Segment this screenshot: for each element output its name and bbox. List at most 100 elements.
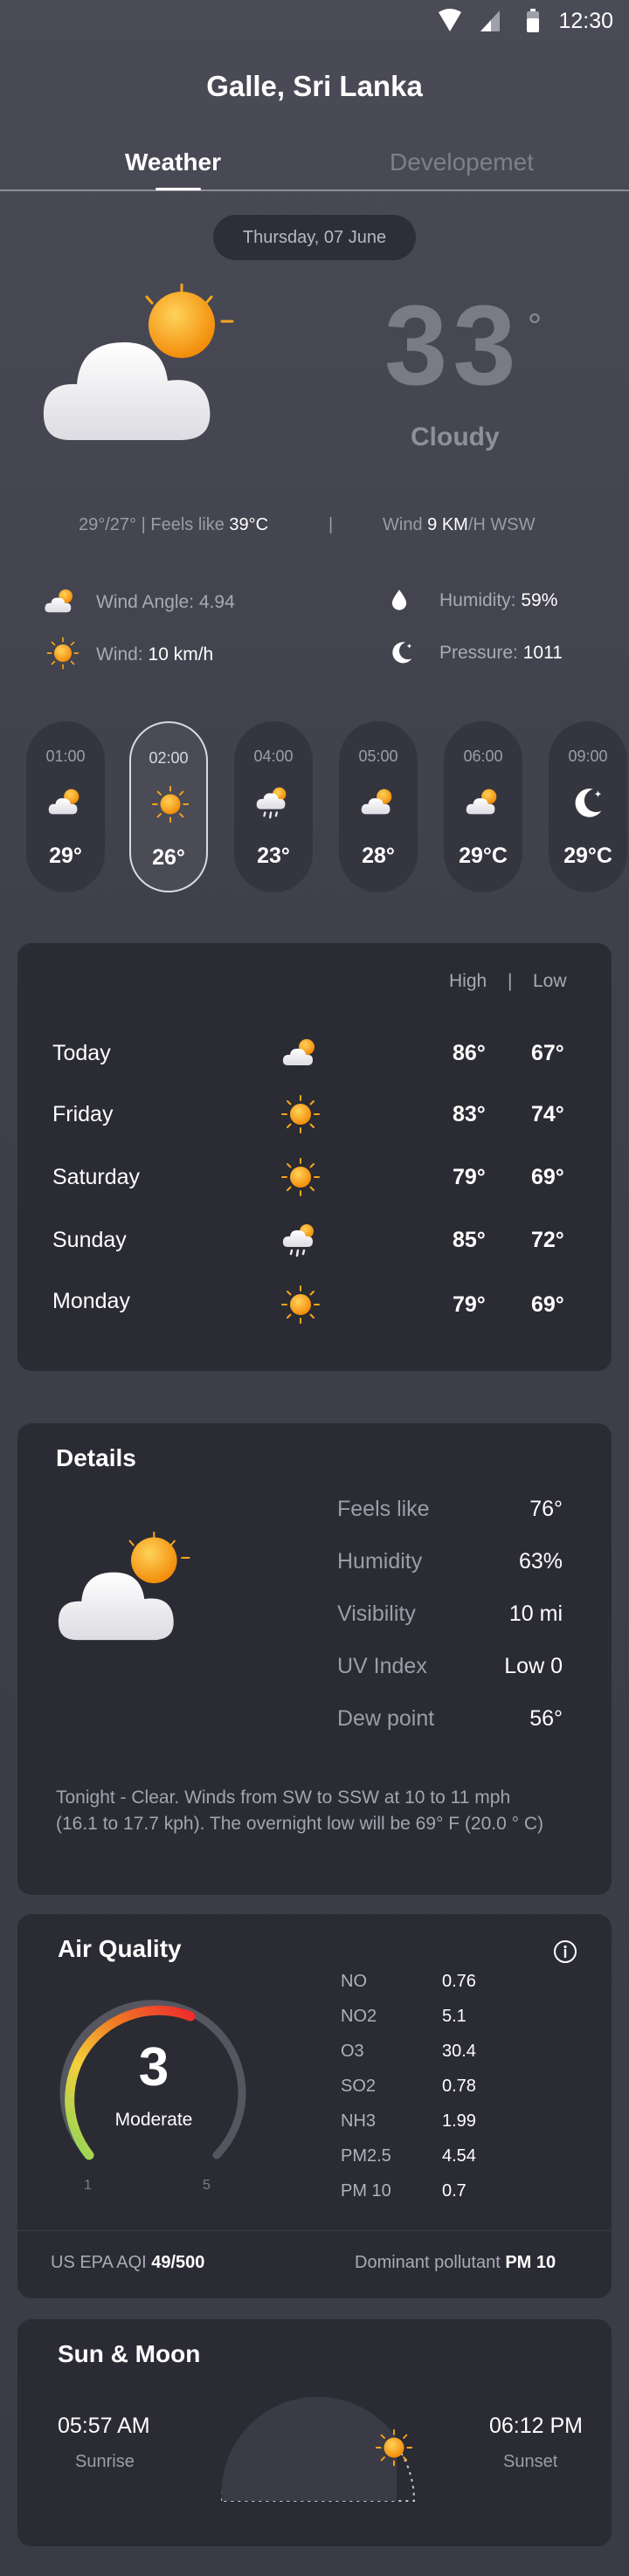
air-quality-title: Air Quality [58, 1935, 182, 1962]
partly-cloudy-icon [42, 583, 79, 620]
wind-speed: 9 KM [427, 515, 468, 534]
day-sunday: Sunday [52, 1228, 127, 1252]
aqi-value: 3 [138, 2037, 169, 2097]
detail-label: Feels like [337, 1497, 430, 1521]
pollutant-value: 1.99 [442, 2111, 476, 2131]
detail-label: Dew point [337, 1706, 435, 1731]
sunrise-label: Sunrise [75, 2452, 135, 2471]
day-saturday: Saturday [52, 1165, 141, 1189]
partly-cloudy-icon [280, 1032, 321, 1074]
moon-icon [568, 782, 608, 823]
sunrise-time: 05:57 AM [58, 2414, 150, 2438]
detail-label: Humidity [337, 1549, 423, 1574]
pollutant-name: NO [341, 1972, 367, 1991]
feels-like-value: 39°C [229, 515, 269, 534]
sun-moon-title: Sun & Moon [58, 2340, 201, 2367]
pollutant-name: O3 [341, 2042, 364, 2061]
tab-active-indicator [156, 188, 201, 190]
pollutant-name: NH3 [341, 2111, 377, 2131]
pollutant-value: 30.4 [442, 2042, 476, 2061]
current-condition: Cloudy [411, 423, 500, 451]
detail-label: UV Index [337, 1654, 427, 1678]
pollutant-name: NO2 [341, 2007, 377, 2026]
clock: 12:30 [558, 9, 613, 33]
partly-cloudy-icon [358, 782, 398, 823]
partly-cloudy-icon [45, 782, 86, 823]
high-today: 86° [453, 1041, 486, 1065]
degree-symbol: ° [528, 307, 542, 346]
pollutant-name: SO2 [341, 2077, 377, 2096]
partly-cloudy-icon [463, 782, 503, 823]
aqi-scale-min: 1 [84, 2178, 92, 2193]
pollutant-name: PM 10 [341, 2181, 391, 2201]
aq-divider [17, 2230, 612, 2231]
location-title: Galle, Sri Lanka [206, 70, 423, 102]
air-quality-card: Air Quality 3 Moderate 1 5 NO 0.76 NO2 5… [17, 1914, 612, 2298]
day-friday: Friday [52, 1102, 114, 1126]
moon-icon [387, 637, 417, 667]
high-friday: 83° [453, 1102, 486, 1126]
pollutant-name: PM2.5 [341, 2146, 391, 2166]
high-sunday: 85° [453, 1228, 486, 1252]
aqi-level: Moderate [114, 2110, 193, 2130]
low-sunday: 72° [531, 1228, 564, 1252]
sun-icon [280, 1284, 321, 1326]
cloudy-sun-icon [43, 283, 234, 440]
sun-icon [45, 636, 80, 671]
detail-label: Visibility [337, 1601, 416, 1626]
hourly-item-0900[interactable]: 09:00 29°C [549, 721, 627, 892]
sun-icon [150, 784, 190, 824]
wind-angle: Wind Angle: 4.94 [96, 592, 235, 612]
hourly-item-0200[interactable]: 02:00 26° [129, 721, 208, 892]
hourly-item-0600[interactable]: 06:00 29°C [444, 721, 522, 892]
detail-value: 76° [529, 1497, 563, 1521]
tab-weather[interactable]: Weather [125, 148, 221, 176]
hourly-item-0400[interactable]: 04:00 23° [234, 721, 313, 892]
humidity-stat: Humidity: 59% [439, 590, 558, 610]
hourly-item-0500[interactable]: 05:00 28° [339, 721, 418, 892]
epa-aqi: US EPA AQI 49/500 [51, 2253, 205, 2272]
pressure-stat: Pressure: 1011 [439, 643, 563, 663]
date-pill: Thursday, 07 June [213, 215, 416, 260]
sunset-time: 06:12 PM [489, 2414, 584, 2438]
rain-cloud-icon [280, 1219, 321, 1261]
tab-development[interactable]: Developemet [390, 148, 534, 176]
pollutant-value: 0.76 [442, 1972, 476, 1991]
cloudy-sun-icon [58, 1531, 190, 1641]
rain-cloud-icon [253, 782, 294, 823]
wind-speed-stat: Wind: 10 km/h [96, 644, 214, 665]
hourly-item-0100[interactable]: 01:00 29° [26, 721, 105, 892]
pollutant-value: 0.78 [442, 2077, 476, 2096]
wind-summary: Wind 9 KM/H WSW [383, 515, 536, 534]
detail-value: 10 mi [508, 1601, 563, 1626]
signal-icon [480, 10, 500, 31]
sun-icon [280, 1156, 321, 1198]
high-monday: 79° [453, 1292, 486, 1317]
day-today: Today [52, 1041, 111, 1065]
details-title: Details [56, 1444, 136, 1471]
detail-value: 56° [529, 1706, 563, 1731]
high-label: High [449, 971, 487, 991]
low-saturday: 69° [531, 1165, 564, 1189]
detail-value: 63% [518, 1549, 563, 1574]
sun-icon [374, 2428, 414, 2468]
info-icon[interactable] [552, 1939, 578, 1965]
tab-divider [0, 189, 629, 191]
current-temperature: 33 [384, 281, 522, 409]
pollutant-value: 0.7 [442, 2181, 467, 2201]
sun-moon-card: Sun & Moon 05:57 AM Sunrise 06:12 PM Sun… [17, 2319, 612, 2546]
low-friday: 74° [531, 1102, 564, 1126]
battery-icon [527, 9, 539, 32]
status-bar: 12:30 [0, 0, 629, 44]
details-card: Details Feels like 76° Humidity 63% Visi… [17, 1423, 612, 1895]
header-separator: | [508, 971, 513, 991]
forecast-description: Tonight - Clear. Winds from SW to SSW at… [56, 1787, 544, 1834]
low-monday: 69° [531, 1292, 564, 1317]
dominant-pollutant: Dominant pollutant PM 10 [355, 2253, 556, 2272]
aqi-scale-max: 5 [203, 2178, 211, 2193]
sun-icon [280, 1093, 321, 1135]
high-saturday: 79° [453, 1165, 486, 1189]
low-today: 67° [531, 1041, 564, 1065]
day-monday: Monday [52, 1289, 130, 1313]
wifi-icon [439, 9, 461, 31]
